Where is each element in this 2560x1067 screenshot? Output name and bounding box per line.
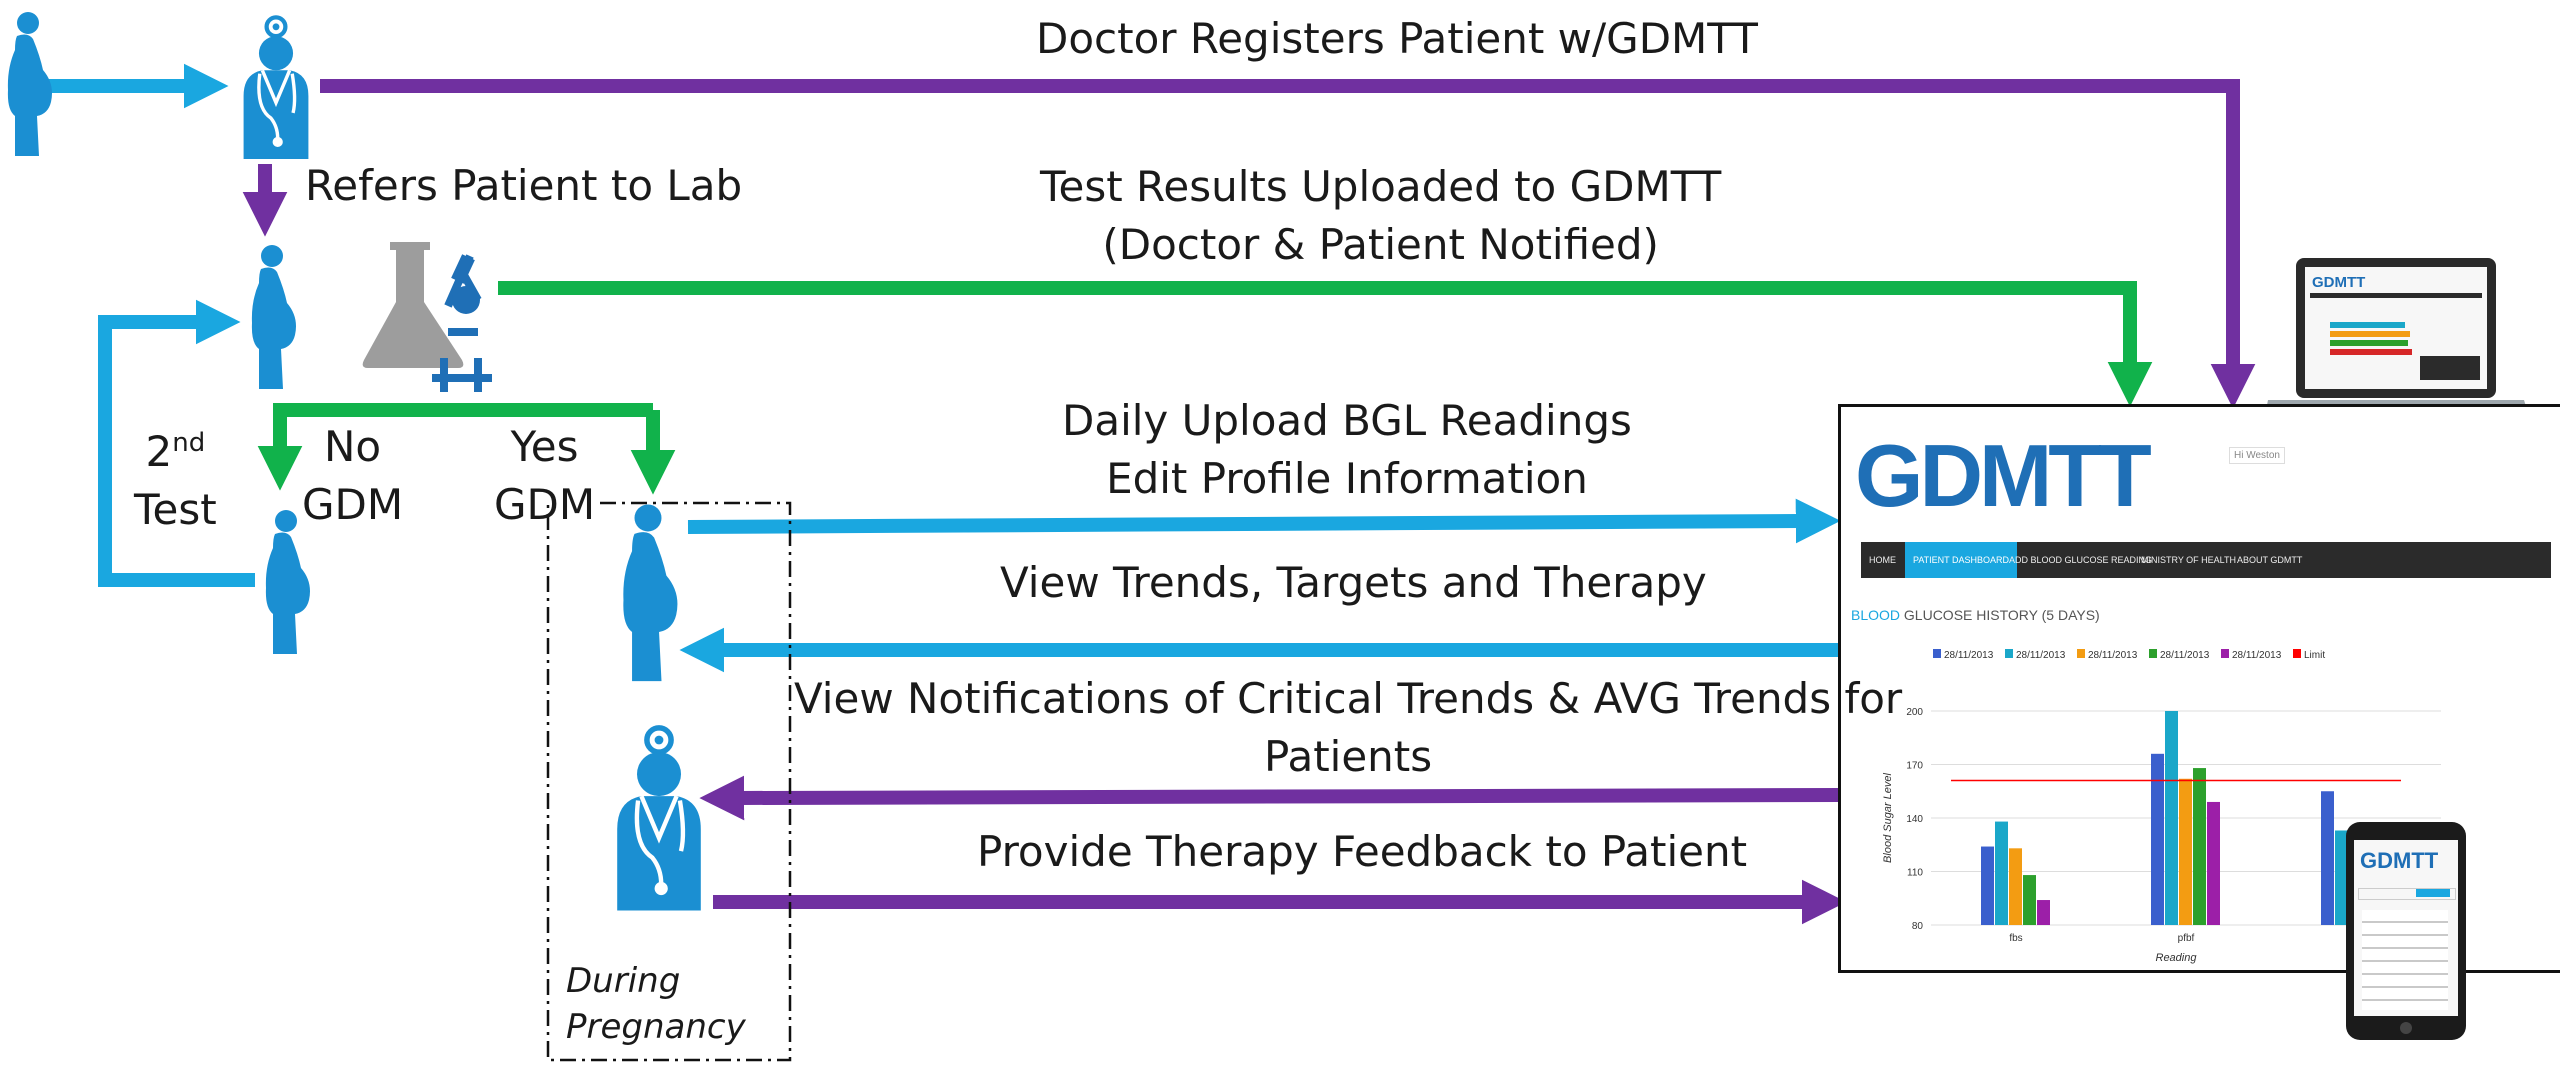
label-view-notifications-line2: Patients <box>1264 732 1433 781</box>
y-axis-label: Blood Sugar Level <box>1882 773 1894 863</box>
y-tick-label: 170 <box>1906 761 1923 772</box>
bar <box>2037 900 2050 925</box>
tablet-home-button <box>2400 1022 2412 1034</box>
bar <box>2165 711 2178 925</box>
legend-swatch <box>2149 649 2157 658</box>
label-no: No <box>324 422 382 471</box>
laptop-logo: GDMTT <box>2312 274 2365 291</box>
label-test-results: Test Results Uploaded to GDMTT (Doctor &… <box>1040 158 1721 274</box>
bar <box>2207 801 2220 925</box>
legend-label: 28/11/2013 <box>1944 650 1994 661</box>
app-nav: HOME PATIENT DASHBOARD ADD BLOOD GLUCOSE… <box>1861 542 2551 578</box>
nav-home[interactable]: HOME <box>1861 542 1904 578</box>
pregnant-woman-icon <box>251 245 296 389</box>
label-doctor-registers: Doctor Registers Patient w/GDMTT <box>1036 14 1758 63</box>
label-view-notifications-line1: View Notifications of Critical Trends & … <box>794 674 1903 723</box>
arrow-test-results <box>498 281 2153 407</box>
y-tick-label: 110 <box>1907 868 1923 879</box>
label-second-test: 2nd Test <box>134 414 217 539</box>
tablet-content-lines <box>2362 910 2448 1010</box>
label-refers-to-lab: Refers Patient to Lab <box>305 161 743 210</box>
label-view-notifications: View Notifications of Critical Trends & … <box>794 670 1902 786</box>
legend-label: 28/11/2013 <box>2160 650 2210 661</box>
legend-swatch <box>2005 649 2013 658</box>
bar <box>2179 778 2192 925</box>
tablet-screen: GDMTT <box>2354 840 2458 1016</box>
label-test-results-line2: (Doctor & Patient Notified) <box>1102 220 1659 269</box>
label-during: During <box>566 961 681 1001</box>
y-tick-label: 80 <box>1912 921 1924 932</box>
x-tick-label: fbs <box>2009 933 2022 944</box>
y-tick-label: 140 <box>1906 814 1923 825</box>
label-gdm-no: GDM <box>302 480 404 529</box>
label-pregnancy: Pregnancy <box>566 1007 746 1047</box>
history-title-text: GLUCOSE HISTORY (5 DAYS) <box>1903 607 2100 623</box>
x-tick-label: pfbf <box>2178 933 2195 944</box>
label-provide-feedback: Provide Therapy Feedback to Patient <box>977 827 1748 876</box>
y-tick-label: 200 <box>1906 707 1923 718</box>
nav-ministry-of-health[interactable]: MINISTRY OF HEALTH <box>2133 542 2244 578</box>
bar <box>2193 768 2206 925</box>
bar <box>2321 791 2334 925</box>
bar <box>2151 753 2164 925</box>
tablet-icon: GDMTT <box>2346 822 2466 1040</box>
bar <box>1981 846 1994 925</box>
label-daily-upload-line1: Daily Upload BGL Readings <box>1062 396 1632 445</box>
tablet-button <box>2416 889 2450 897</box>
greeting: Hi Weston <box>2229 447 2285 464</box>
bar <box>2023 875 2036 925</box>
label-daily-upload: Daily Upload BGL Readings Edit Profile I… <box>1062 392 1632 508</box>
diagram-stage: GDMTT GDMTT Hi Weston HOME PATIENT DASHB… <box>0 0 2560 1067</box>
doctor-icon <box>617 728 701 911</box>
label-yes-gdm: Yes GDM <box>494 418 595 534</box>
legend-label: 28/11/2013 <box>2088 650 2138 661</box>
label-gdm-yes: GDM <box>494 480 596 529</box>
label-view-trends: View Trends, Targets and Therapy <box>1000 558 1707 607</box>
nav-about-gdmtt[interactable]: ABOUT GDMTT <box>2229 542 2310 578</box>
label-second: 2nd <box>134 414 217 481</box>
x-axis-label: Reading <box>2156 952 2198 964</box>
arrow-daily-upload <box>687 498 1841 544</box>
pregnant-woman-icon <box>7 12 52 156</box>
bar <box>2009 848 2022 925</box>
label-second-sup: nd <box>172 428 206 458</box>
label-test: Test <box>134 485 217 534</box>
legend-label-limit: Limit <box>2304 650 2325 661</box>
arrow-view-notifications <box>699 775 1841 821</box>
history-highlight: BLOOD <box>1851 607 1901 623</box>
pregnant-woman-icon <box>623 504 678 682</box>
lab-flask-microscope-icon <box>362 242 492 392</box>
bar <box>1995 821 2008 925</box>
label-edit-profile: Edit Profile Information <box>1106 454 1588 503</box>
legend-swatch <box>2221 649 2229 658</box>
legend-swatch <box>1933 649 1941 658</box>
label-test-results-line1: Test Results Uploaded to GDMTT <box>1040 162 1722 211</box>
legend-label: 28/11/2013 <box>2016 650 2066 661</box>
label-second-number: 2 <box>145 427 173 476</box>
legend-label: 28/11/2013 <box>2232 650 2282 661</box>
history-title: BLOOD GLUCOSE HISTORY (5 DAYS) <box>1851 607 2100 623</box>
tablet-logo: GDMTT <box>2360 848 2439 873</box>
label-no-gdm: No GDM <box>302 418 403 534</box>
app-logo: GDMTT <box>1855 426 2152 525</box>
legend-swatch-limit <box>2293 649 2301 658</box>
doctor-icon <box>244 17 309 159</box>
label-yes: Yes <box>510 422 579 471</box>
label-during-pregnancy: During Pregnancy <box>566 958 746 1050</box>
legend-swatch <box>2077 649 2085 658</box>
